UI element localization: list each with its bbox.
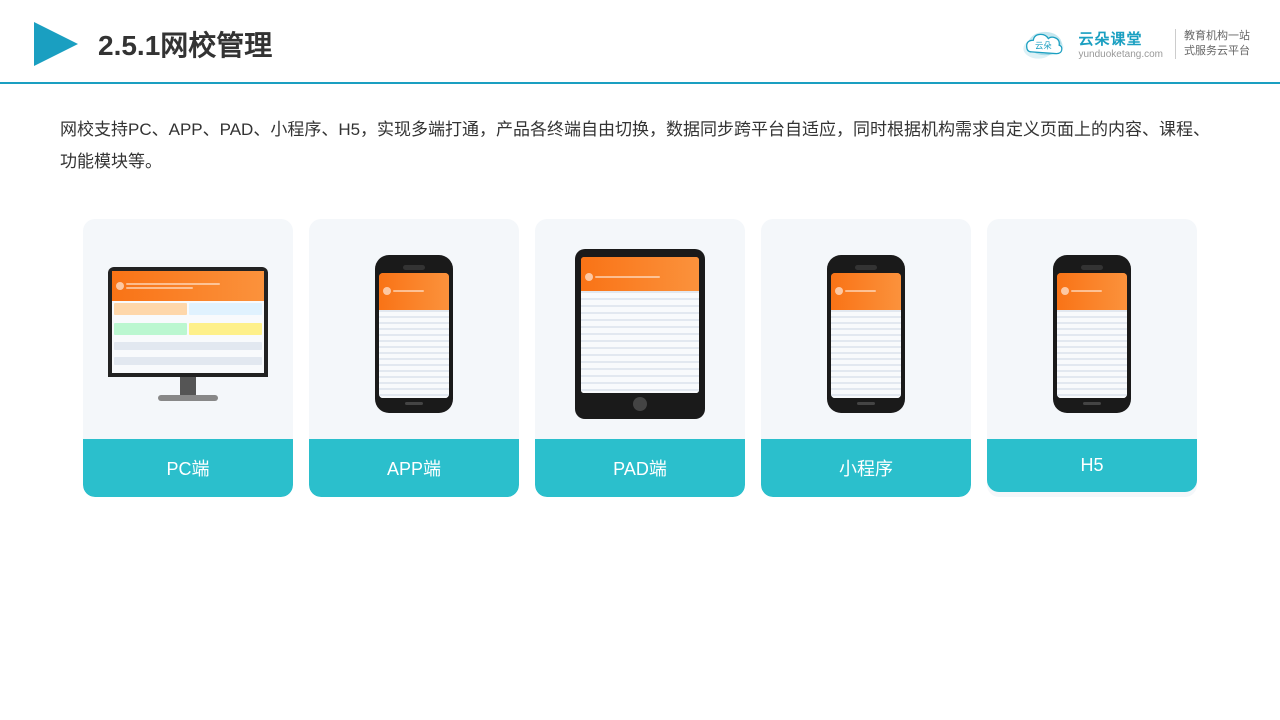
logo-area: 云朵 云朵课堂 yunduoketang.com 教育机构一站 式服务云平台 bbox=[1020, 25, 1250, 63]
page-title: 2.5.1网校管理 bbox=[98, 24, 272, 64]
tablet-screen bbox=[581, 257, 699, 393]
phone-notch-h5 bbox=[1081, 265, 1103, 270]
card-miniprogram-label: 小程序 bbox=[761, 439, 971, 497]
header-left: 2.5.1网校管理 bbox=[30, 18, 272, 70]
miniprogram-image-area bbox=[761, 219, 971, 439]
pc-neck bbox=[180, 377, 196, 395]
phone-notch-mini bbox=[855, 265, 877, 270]
pc-device bbox=[108, 267, 268, 401]
card-app: APP端 bbox=[309, 219, 519, 497]
card-pad-label: PAD端 bbox=[535, 439, 745, 497]
cards-container: PC端 bbox=[0, 189, 1280, 527]
miniprogram-device bbox=[827, 255, 905, 413]
phone-home-app bbox=[405, 402, 423, 405]
pad-image-area bbox=[535, 219, 745, 439]
logo-name: 云朵课堂 bbox=[1078, 28, 1142, 49]
logo-text-area: 云朵课堂 yunduoketang.com bbox=[1078, 28, 1163, 60]
card-h5: H5 bbox=[987, 219, 1197, 497]
phone-screen-h5 bbox=[1057, 273, 1127, 398]
pc-screen bbox=[112, 271, 264, 373]
description-text: 网校支持PC、APP、PAD、小程序、H5，实现多端打通，产品各终端自由切换，数… bbox=[60, 114, 1220, 179]
card-pc: PC端 bbox=[83, 219, 293, 497]
card-pc-label: PC端 bbox=[83, 439, 293, 497]
app-image-area bbox=[309, 219, 519, 439]
phone-notch-app bbox=[403, 265, 425, 270]
pc-screen-border bbox=[108, 267, 268, 377]
card-pad: PAD端 bbox=[535, 219, 745, 497]
app-device bbox=[375, 255, 453, 413]
card-miniprogram: 小程序 bbox=[761, 219, 971, 497]
phone-body-mini bbox=[827, 255, 905, 413]
phone-home-mini bbox=[857, 402, 875, 405]
pc-base bbox=[158, 395, 218, 401]
svg-text:云朵: 云朵 bbox=[1035, 41, 1052, 51]
header: 2.5.1网校管理 云朵 云朵课堂 yunduoketang.com 教育机构一… bbox=[0, 0, 1280, 84]
phone-home-h5 bbox=[1083, 402, 1101, 405]
pc-image-area bbox=[83, 219, 293, 439]
phone-screen-mini bbox=[831, 273, 901, 398]
play-icon bbox=[30, 18, 82, 70]
card-h5-label: H5 bbox=[987, 439, 1197, 492]
h5-device bbox=[1053, 255, 1131, 413]
logo-domain: yunduoketang.com bbox=[1078, 49, 1163, 60]
tablet-home-btn bbox=[633, 397, 647, 411]
card-app-label: APP端 bbox=[309, 439, 519, 497]
description: 网校支持PC、APP、PAD、小程序、H5，实现多端打通，产品各终端自由切换，数… bbox=[0, 84, 1280, 189]
tablet-body bbox=[575, 249, 705, 419]
phone-body-h5 bbox=[1053, 255, 1131, 413]
pad-device bbox=[575, 249, 705, 419]
phone-screen-app bbox=[379, 273, 449, 398]
logo-slogan: 教育机构一站 式服务云平台 bbox=[1175, 29, 1250, 60]
phone-body-app bbox=[375, 255, 453, 413]
logo-cloud-icon: 云朵 bbox=[1020, 25, 1070, 63]
h5-image-area bbox=[987, 219, 1197, 439]
